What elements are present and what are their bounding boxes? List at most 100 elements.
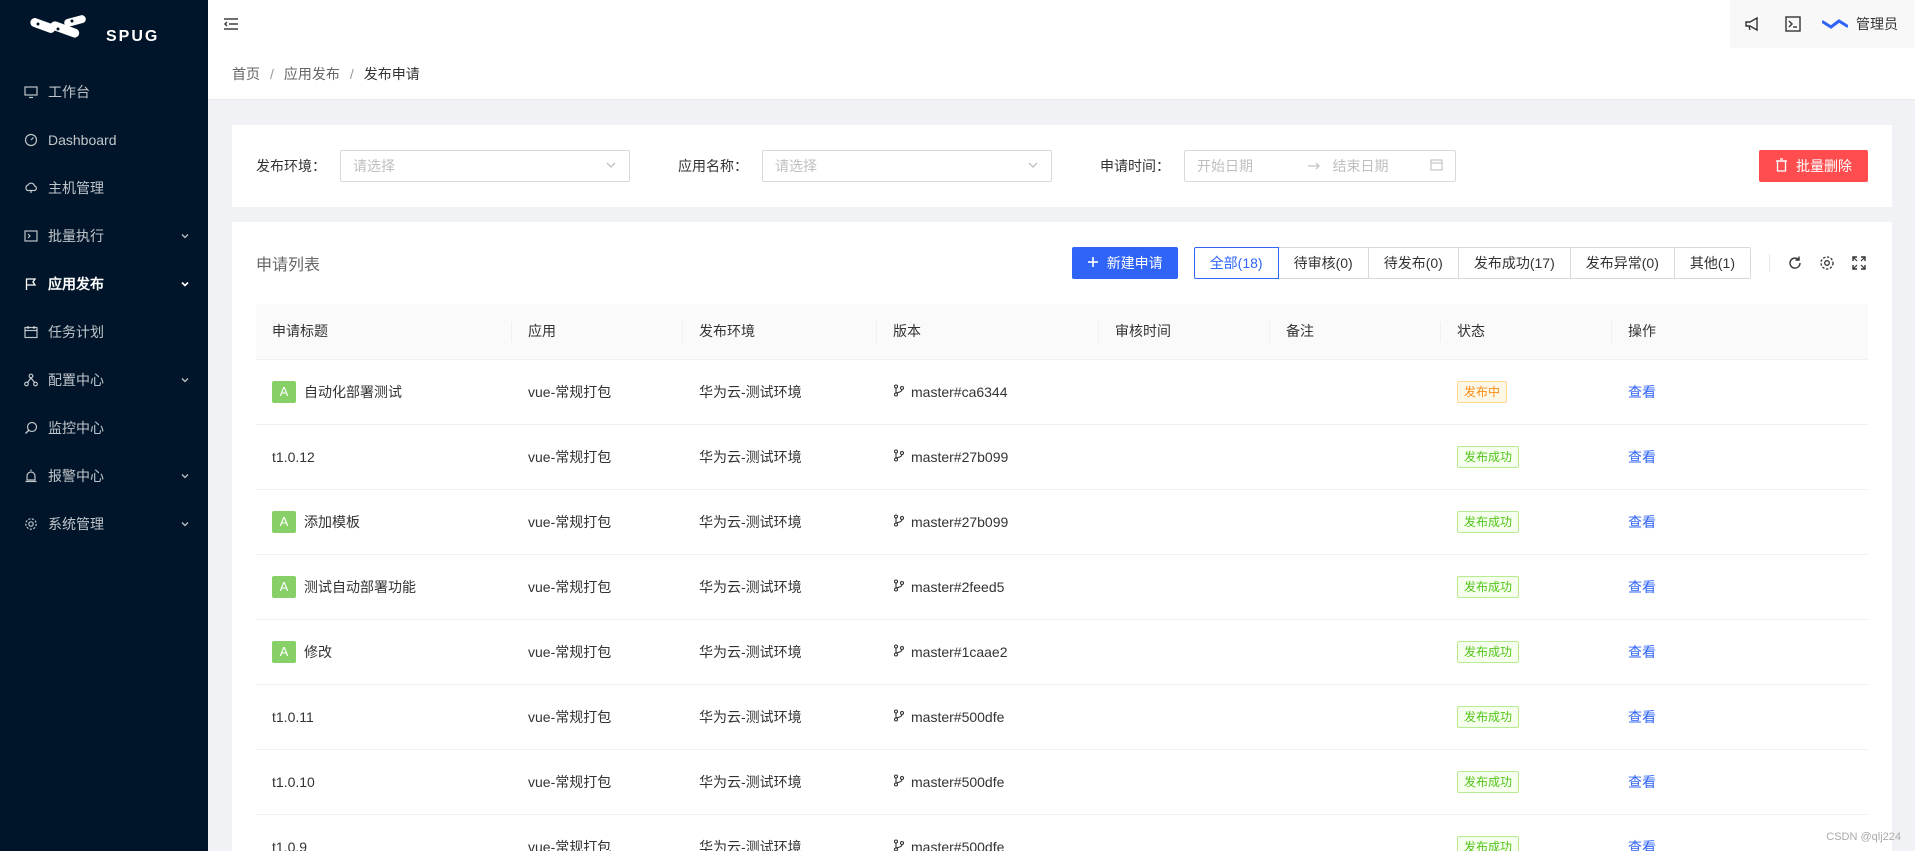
delete-icon	[1775, 157, 1788, 175]
sidebar-item-label: 系统管理	[48, 516, 104, 532]
menu-fold-icon[interactable]	[222, 15, 240, 33]
tab-pending-review[interactable]: 待审核(0)	[1278, 247, 1369, 279]
cell-action: 查看	[1612, 554, 1868, 620]
desktop-icon	[24, 85, 38, 99]
env-filter-label: 发布环境：	[256, 158, 326, 174]
column-setting-icon[interactable]	[1818, 254, 1836, 272]
sidebar-item-app-release[interactable]: 应用发布	[0, 260, 208, 308]
setting-icon	[24, 517, 38, 531]
sidebar-item-label: 主机管理	[48, 180, 104, 196]
view-link[interactable]: 查看	[1628, 579, 1656, 595]
branch-icon	[893, 643, 905, 660]
sidebar-item-dashboard[interactable]: Dashboard	[0, 116, 208, 164]
view-link[interactable]: 查看	[1628, 449, 1656, 465]
app-select[interactable]: 请选择	[762, 150, 1052, 182]
cell-app: vue-常规打包	[512, 684, 683, 750]
breadcrumb-app-release[interactable]: 应用发布	[284, 64, 340, 84]
breadcrumb-home[interactable]: 首页	[232, 64, 260, 84]
view-link[interactable]: 查看	[1628, 774, 1656, 790]
alarm-icon	[24, 469, 38, 483]
cell-remark	[1270, 619, 1441, 685]
app-select-placeholder: 请选择	[775, 158, 817, 174]
user-menu[interactable]: 管理员	[1822, 14, 1898, 34]
sidebar-item-batch-exec[interactable]: 批量执行	[0, 212, 208, 260]
cell-review-time	[1099, 684, 1270, 750]
code-icon	[24, 229, 38, 243]
view-link[interactable]: 查看	[1628, 644, 1656, 660]
cloud-server-icon	[24, 181, 38, 195]
cell-status: 发布成功	[1441, 749, 1612, 815]
auto-badge: A	[272, 575, 296, 598]
cell-remark	[1270, 424, 1441, 490]
date-range-picker[interactable]: 开始日期 结束日期	[1184, 150, 1456, 182]
status-filter-tabs: 全部(18) 待审核(0) 待发布(0) 发布成功(17) 发布异常(0) 其他…	[1193, 247, 1751, 279]
arrow-right-icon	[1307, 158, 1321, 174]
terminal-icon[interactable]	[1782, 13, 1804, 35]
table-row: t1.0.9 vue-常规打包 华为云-测试环境 master#500dfe 发布成功 查…	[256, 814, 1868, 851]
column-header-version: 版本	[877, 304, 1099, 360]
cell-env: 华为云-测试环境	[683, 489, 877, 555]
cell-version: master#ca6344	[877, 359, 1099, 425]
request-title: 修改	[304, 643, 332, 660]
tab-release-error[interactable]: 发布异常(0)	[1570, 247, 1675, 279]
new-request-label: 新建申请	[1106, 255, 1163, 271]
plus-icon	[1087, 255, 1099, 271]
cell-review-time	[1099, 359, 1270, 425]
fullscreen-icon[interactable]	[1850, 254, 1868, 272]
list-title: 申请列表	[256, 257, 321, 274]
flag-icon	[24, 277, 38, 291]
cell-env: 华为云-测试环境	[683, 619, 877, 685]
cell-remark	[1270, 554, 1441, 620]
auto-badge: A	[272, 510, 296, 533]
sidebar-item-alarm[interactable]: 报警中心	[0, 452, 208, 500]
cell-remark	[1270, 359, 1441, 425]
cell-review-time	[1099, 489, 1270, 555]
breadcrumb: 首页 / 应用发布 / 发布申请	[208, 48, 1915, 100]
cell-review-time	[1099, 424, 1270, 490]
cell-version: master#27b099	[877, 424, 1099, 490]
cell-title: t1.0.10	[256, 749, 512, 815]
column-header-action: 操作	[1612, 304, 1868, 360]
status-badge: 发布成功	[1457, 445, 1520, 468]
notification-icon[interactable]	[1742, 13, 1764, 35]
sidebar-item-label: 监控中心	[48, 420, 104, 436]
batch-delete-button[interactable]: 批量删除	[1759, 150, 1868, 182]
view-link[interactable]: 查看	[1628, 709, 1656, 725]
cell-title: A 修改	[256, 619, 512, 685]
sidebar-item-monitor[interactable]: 监控中心	[0, 404, 208, 452]
new-request-button[interactable]: 新建申请	[1071, 247, 1178, 279]
view-link[interactable]: 查看	[1628, 839, 1656, 851]
view-link[interactable]: 查看	[1628, 384, 1656, 400]
sidebar-item-system[interactable]: 系统管理	[0, 500, 208, 548]
tab-pending-release[interactable]: 待发布(0)	[1368, 247, 1459, 279]
table-row: A 添加模板 vue-常规打包 华为云-测试环境 master#27b099 发布成功 查看	[256, 489, 1868, 555]
cell-remark	[1270, 489, 1441, 555]
cell-title: t1.0.12	[256, 424, 512, 490]
branch-icon	[893, 513, 905, 530]
reload-icon[interactable]	[1786, 254, 1804, 272]
table-header-row: 申请标题 应用 发布环境 版本 审核时间 备注 状态 操作	[256, 304, 1868, 360]
tab-other[interactable]: 其他(1)	[1674, 247, 1751, 279]
tab-release-success[interactable]: 发布成功(17)	[1458, 247, 1571, 279]
cell-action: 查看	[1612, 619, 1868, 685]
sidebar-item-workbench[interactable]: 工作台	[0, 68, 208, 116]
sidebar-item-config[interactable]: 配置中心	[0, 356, 208, 404]
version-text: master#27b099	[911, 448, 1009, 465]
column-header-remark: 备注	[1270, 304, 1441, 360]
tab-all[interactable]: 全部(18)	[1193, 247, 1279, 279]
auto-badge: A	[272, 640, 296, 663]
logo[interactable]: SPUG	[0, 0, 208, 60]
branch-icon	[893, 383, 905, 400]
env-select[interactable]: 请选择	[340, 150, 630, 182]
request-title: 自动化部署测试	[304, 383, 402, 400]
view-link[interactable]: 查看	[1628, 514, 1656, 530]
end-date-input[interactable]: 结束日期	[1333, 156, 1431, 176]
start-date-input[interactable]: 开始日期	[1197, 156, 1295, 176]
watermark: CSDN @qlj224	[1826, 831, 1901, 843]
version-text: master#ca6344	[911, 383, 1008, 400]
sidebar-item-hosts[interactable]: 主机管理	[0, 164, 208, 212]
table-row: A 自动化部署测试 vue-常规打包 华为云-测试环境 master#ca6344 发布中…	[256, 359, 1868, 425]
sidebar-item-schedule[interactable]: 任务计划	[0, 308, 208, 356]
table-row: t1.0.12 vue-常规打包 华为云-测试环境 master#27b099 发布成功…	[256, 424, 1868, 490]
cell-title: A 自动化部署测试	[256, 359, 512, 425]
